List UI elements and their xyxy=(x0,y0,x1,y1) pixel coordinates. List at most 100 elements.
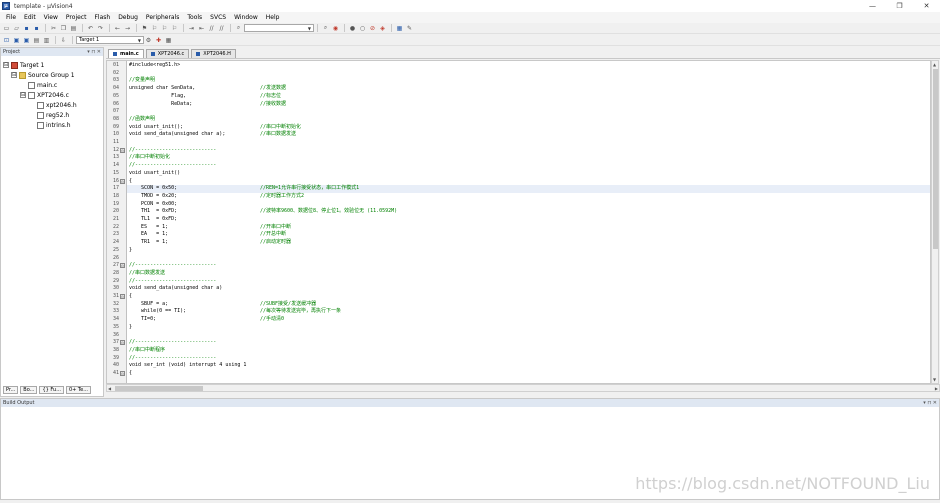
tab-xpt2046-h[interactable]: XPT2046.H xyxy=(191,49,236,58)
project-panel-controls[interactable]: ▾ ⊓ ✕ xyxy=(87,49,101,55)
tree-item-intrins-h[interactable]: intrins.h xyxy=(3,120,77,130)
code-line[interactable]: 35} xyxy=(113,324,930,332)
tab-templates[interactable]: 0+ Te... xyxy=(65,386,91,394)
build-icon[interactable]: ▣ xyxy=(12,36,21,44)
new-file-icon[interactable]: ▭ xyxy=(2,24,11,32)
target-options-icon[interactable]: ⚙ xyxy=(144,36,153,44)
collapse-icon[interactable]: ⊟ xyxy=(3,62,9,68)
code-line[interactable]: 41 ⊟ { xyxy=(113,370,930,378)
tab-project[interactable]: Pr... xyxy=(3,386,19,394)
tab-books[interactable]: Bo... xyxy=(20,386,38,394)
code-line[interactable]: 18 TMOD = 0x20; //定时器工作方式2 xyxy=(113,193,930,201)
menu-project[interactable]: Project xyxy=(62,14,91,21)
fold-toggle-icon[interactable]: ⊟ xyxy=(120,263,125,269)
stop-build-icon[interactable]: ▥ xyxy=(42,36,51,44)
translate-icon[interactable]: ⊡ xyxy=(2,36,11,44)
disable-breakpoints-icon[interactable]: ◈ xyxy=(378,24,387,32)
incremental-find-icon[interactable]: ◉ xyxy=(331,24,340,32)
find-in-files-icon[interactable]: ⌕ xyxy=(234,24,243,32)
menu-debug[interactable]: Debug xyxy=(114,14,142,21)
tree-item-source-group[interactable]: ⊟ Source Group 1 xyxy=(3,70,77,80)
scroll-right-icon[interactable]: ▶ xyxy=(935,386,938,391)
code-line[interactable]: 11 xyxy=(113,139,930,147)
debug-start-icon[interactable]: ● xyxy=(348,24,357,32)
build-output-controls[interactable]: ▾ ⊓ ✕ xyxy=(923,400,937,406)
save-icon[interactable]: ▪ xyxy=(22,24,31,32)
code-line[interactable]: 27 ⊟ //--------------------------- xyxy=(113,262,930,270)
tree-item-xpt2046-c[interactable]: ⊟ XPT2046.c xyxy=(3,90,77,100)
download-icon[interactable]: ⇩ xyxy=(59,36,68,44)
manage-components-icon[interactable]: ✚ xyxy=(154,36,163,44)
code-line[interactable]: 39 //--------------------------- xyxy=(113,355,930,363)
code-line[interactable]: 14 //--------------------------- xyxy=(113,162,930,170)
code-line[interactable]: 36 xyxy=(113,332,930,340)
open-file-icon[interactable]: ▱ xyxy=(12,24,21,32)
menu-help[interactable]: Help xyxy=(262,14,284,21)
fold-toggle-icon[interactable]: ⊟ xyxy=(120,147,125,153)
code-line[interactable]: 15 void usart_init() xyxy=(113,170,930,178)
code-line[interactable]: 16 ⊟ { xyxy=(113,178,930,186)
scroll-up-icon[interactable]: ▲ xyxy=(933,62,936,67)
tree-item-reg52-h[interactable]: reg52.h xyxy=(3,110,77,120)
fold-toggle-icon[interactable]: ⊟ xyxy=(120,178,125,184)
code-line[interactable]: 34 TI=0; //手动清0 xyxy=(113,316,930,324)
comment-icon[interactable]: // xyxy=(207,24,216,32)
code-line[interactable]: 33 while(0 == TI); //每次等待发送完毕，再执行下一条 xyxy=(113,308,930,316)
menu-window[interactable]: Window xyxy=(230,14,262,21)
scroll-down-icon[interactable]: ▼ xyxy=(933,377,936,382)
code-line[interactable]: 19 PCON = 0x00; xyxy=(113,201,930,209)
tab-main-c[interactable]: main.c xyxy=(108,49,144,58)
code-line[interactable]: 40 void ser_int (void) interrupt 4 using … xyxy=(113,362,930,370)
horizontal-scroll-thumb[interactable] xyxy=(115,386,203,391)
indent-icon[interactable]: ⇥ xyxy=(187,24,196,32)
uncomment-icon[interactable]: // xyxy=(217,24,226,32)
save-all-icon[interactable]: ▪ xyxy=(32,24,41,32)
code-area[interactable]: 01 #include<reg51.h> 02 03 //变量声明 04 unsigned … xyxy=(113,61,930,383)
tree-item-target[interactable]: ⊟ Target 1 xyxy=(3,60,77,70)
code-line[interactable]: 09 void usart_init();//串口中断初始化 xyxy=(113,124,930,132)
select-packs-icon[interactable]: ▦ xyxy=(164,36,173,44)
bookmark-icon[interactable]: ⚑ xyxy=(140,24,149,32)
close-button[interactable]: ✕ xyxy=(913,0,940,12)
unindent-icon[interactable]: ⇤ xyxy=(197,24,206,32)
code-line[interactable]: 24 TR1 = 1; //启动定时器 xyxy=(113,239,930,247)
vertical-scroll-thumb[interactable] xyxy=(933,69,938,249)
bookmark-prev-icon[interactable]: ⚐ xyxy=(150,24,159,32)
menu-edit[interactable]: Edit xyxy=(20,14,40,21)
code-line[interactable]: 28 //串口数据发送 xyxy=(113,270,930,278)
code-line[interactable]: 04 unsigned char SenData, //发送数据 xyxy=(113,85,930,93)
vertical-scrollbar[interactable]: ▲ ▼ xyxy=(931,60,939,384)
find-combo[interactable]: ▼ xyxy=(244,24,314,32)
code-line[interactable]: 32 SBUF = a;//SUBF接受/发送缓冲器 xyxy=(113,301,930,309)
fold-toggle-icon[interactable]: ⊟ xyxy=(120,340,125,346)
code-editor[interactable]: 01 #include<reg51.h> 02 03 //变量声明 04 unsigned … xyxy=(106,60,931,384)
code-line[interactable]: 38 //串口中断程序 xyxy=(113,347,930,355)
fold-toggle-icon[interactable]: ⊟ xyxy=(120,371,125,376)
tab-functions[interactable]: {} Fu... xyxy=(39,386,64,394)
breakpoint-icon[interactable]: ○ xyxy=(358,24,367,32)
menu-tools[interactable]: Tools xyxy=(183,14,206,21)
code-line[interactable]: 13 //串口中断初始化 xyxy=(113,154,930,162)
code-line[interactable]: 22 ES = 1;//开串口中断 xyxy=(113,224,930,232)
tree-item-xpt2046-h[interactable]: xpt2046.h xyxy=(3,100,77,110)
code-line[interactable]: 26 xyxy=(113,255,930,263)
code-line[interactable]: 17 SCON = 0x50; //REN=1允许串行接受状态，串口工作模式1 xyxy=(113,185,930,193)
code-line[interactable]: 06 ReData; //接收数据 xyxy=(113,101,930,109)
code-line[interactable]: 03 //变量声明 xyxy=(113,77,930,85)
bookmark-next-icon[interactable]: ⚐ xyxy=(160,24,169,32)
rebuild-icon[interactable]: ▣ xyxy=(22,36,31,44)
code-line[interactable]: 31 ⊟ { xyxy=(113,293,930,301)
collapse-icon[interactable]: ⊟ xyxy=(20,92,26,98)
code-line[interactable]: 05 Flag, //标志位 xyxy=(113,93,930,101)
code-line[interactable]: 30 void send_data(unsigned char a) xyxy=(113,285,930,293)
nav-back-icon[interactable]: ← xyxy=(113,24,122,32)
collapse-icon[interactable]: ⊟ xyxy=(11,72,17,78)
code-line[interactable]: 21 TL1 = 0xFD; xyxy=(113,216,930,224)
code-line[interactable]: 20 TH1 = 0xFD; //波特率9600、数据位8、停止位1。效验位无 (… xyxy=(113,208,930,216)
nav-forward-icon[interactable]: → xyxy=(123,24,132,32)
code-line[interactable]: 25} xyxy=(113,247,930,255)
cut-icon[interactable]: ✂ xyxy=(49,24,58,32)
window-layout-icon[interactable]: ▦ xyxy=(395,24,404,32)
maximize-button[interactable]: ❐ xyxy=(886,0,913,12)
code-line[interactable]: 07 xyxy=(113,108,930,116)
